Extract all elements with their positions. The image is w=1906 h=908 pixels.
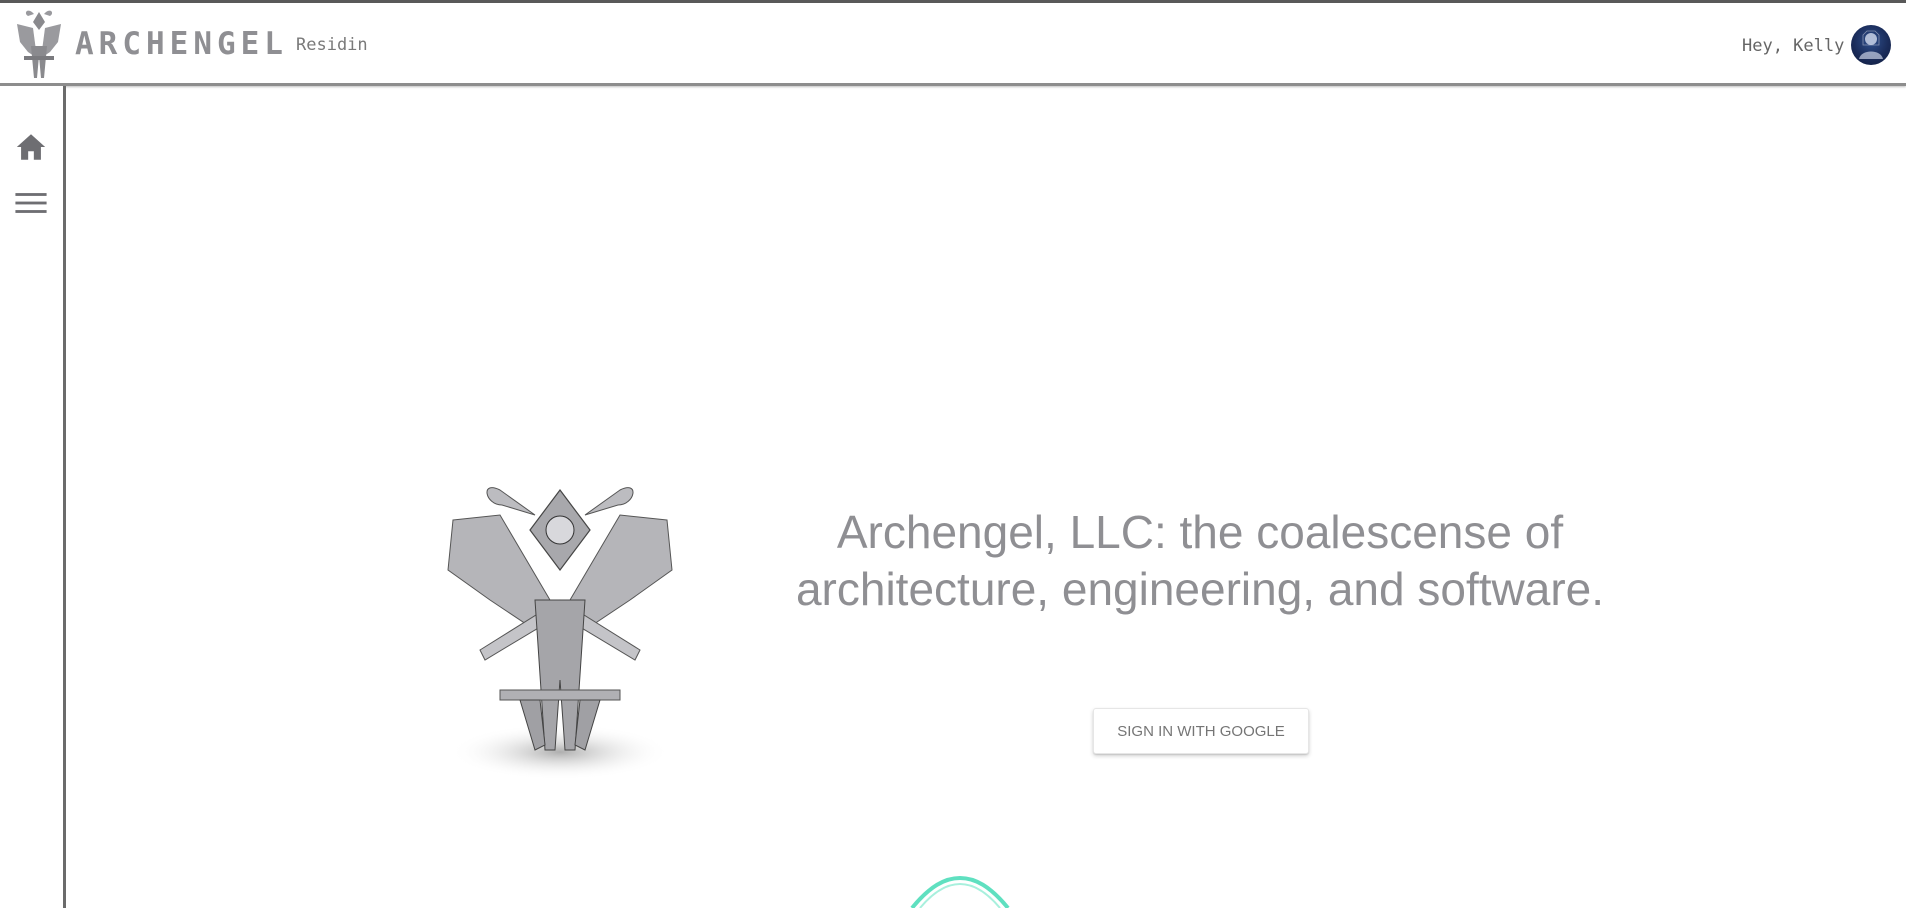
sidebar (0, 86, 66, 908)
user-avatar[interactable] (1851, 25, 1891, 65)
archangel-logo-icon[interactable] (14, 6, 64, 81)
home-icon[interactable] (14, 130, 48, 164)
sub-brand: Residin (296, 35, 368, 55)
top-bar: ARCHENGEL Residin Hey, Kelly (0, 0, 1906, 86)
hero-headline: Archengel, LLC: the coalescense of archi… (795, 506, 1605, 615)
menu-icon[interactable] (14, 186, 48, 220)
archangel-sculpture-image (447, 487, 673, 780)
user-greeting: Hey, Kelly (1742, 36, 1845, 56)
sign-in-with-google-button[interactable]: SIGN IN WITH GOOGLE (1093, 708, 1309, 754)
avatar-image (1859, 30, 1883, 59)
decorative-wave-icon (910, 876, 1010, 908)
brand-name: ARCHENGEL (75, 26, 288, 62)
